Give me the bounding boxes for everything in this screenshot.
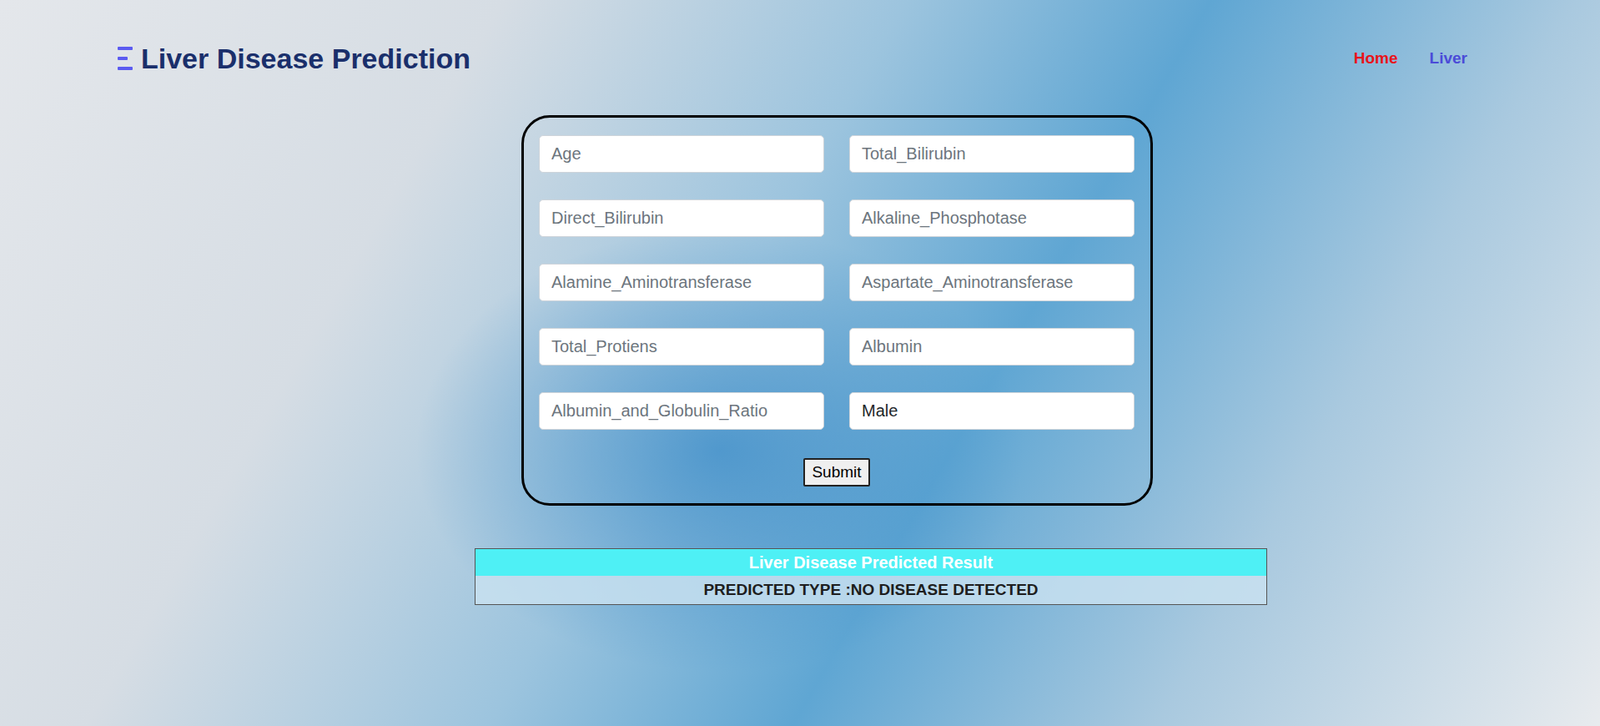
gender-select[interactable]: Male bbox=[849, 392, 1135, 430]
nav-link[interactable]: Home bbox=[1353, 49, 1399, 68]
text-field[interactable] bbox=[538, 199, 825, 237]
text-field[interactable] bbox=[849, 135, 1135, 173]
text-field[interactable] bbox=[538, 135, 825, 173]
text-field[interactable] bbox=[849, 263, 1135, 302]
submit-button[interactable]: Submit bbox=[803, 457, 870, 487]
header: Liver Disease Prediction Home Liver bbox=[0, 0, 1600, 92]
text-field[interactable] bbox=[849, 327, 1135, 366]
result-title: Liver Disease Predicted Result bbox=[475, 548, 1267, 576]
main: Male Submit Liver Disease Predicted Resu… bbox=[0, 91, 1600, 622]
prediction-form: Male Submit bbox=[521, 115, 1153, 506]
page: Liver Disease Prediction Home Liver Male … bbox=[0, 0, 1600, 726]
text-field[interactable] bbox=[538, 263, 825, 302]
brand[interactable]: Liver Disease Prediction bbox=[115, 42, 471, 76]
text-field[interactable] bbox=[538, 327, 825, 366]
site-title: Liver Disease Prediction bbox=[140, 42, 471, 76]
nav: Home Liver bbox=[1353, 49, 1468, 68]
result-text: PREDICTED TYPE :NO DISEASE DETECTED bbox=[475, 575, 1267, 604]
text-field[interactable] bbox=[538, 392, 825, 430]
result-box: Liver Disease Predicted Result PREDICTED… bbox=[474, 548, 1268, 605]
text-field[interactable] bbox=[849, 199, 1135, 237]
field-grid: Male bbox=[538, 135, 1135, 430]
menu-lines-icon bbox=[115, 44, 138, 73]
nav-link[interactable]: Liver bbox=[1429, 49, 1468, 68]
